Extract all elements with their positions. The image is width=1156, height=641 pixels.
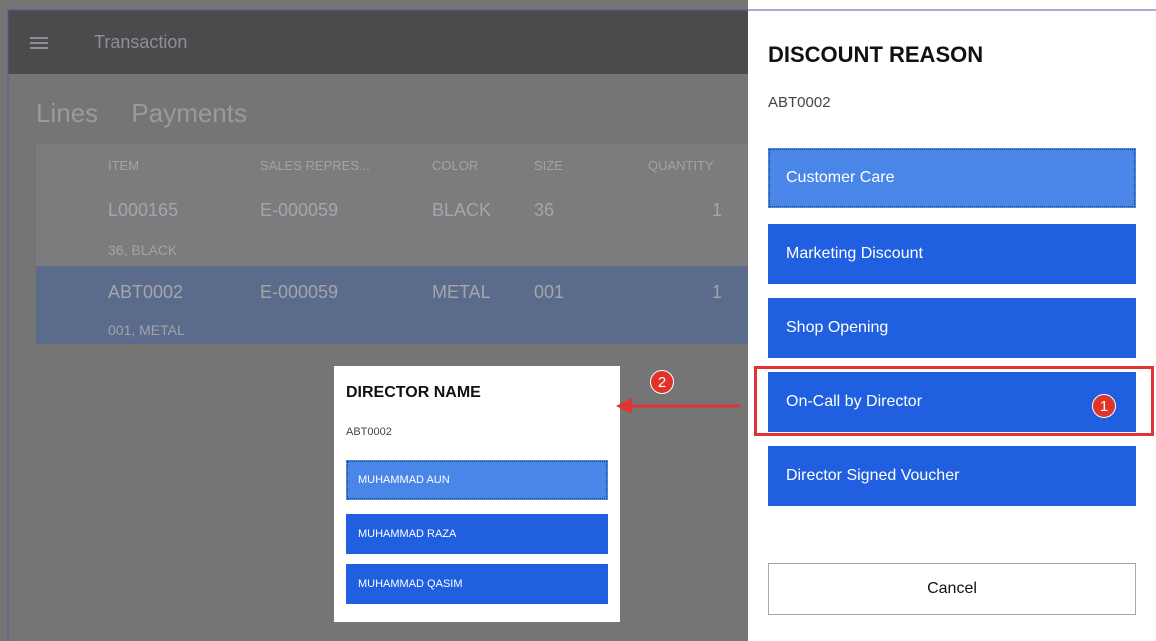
annotation-arrow-icon [616, 398, 740, 414]
